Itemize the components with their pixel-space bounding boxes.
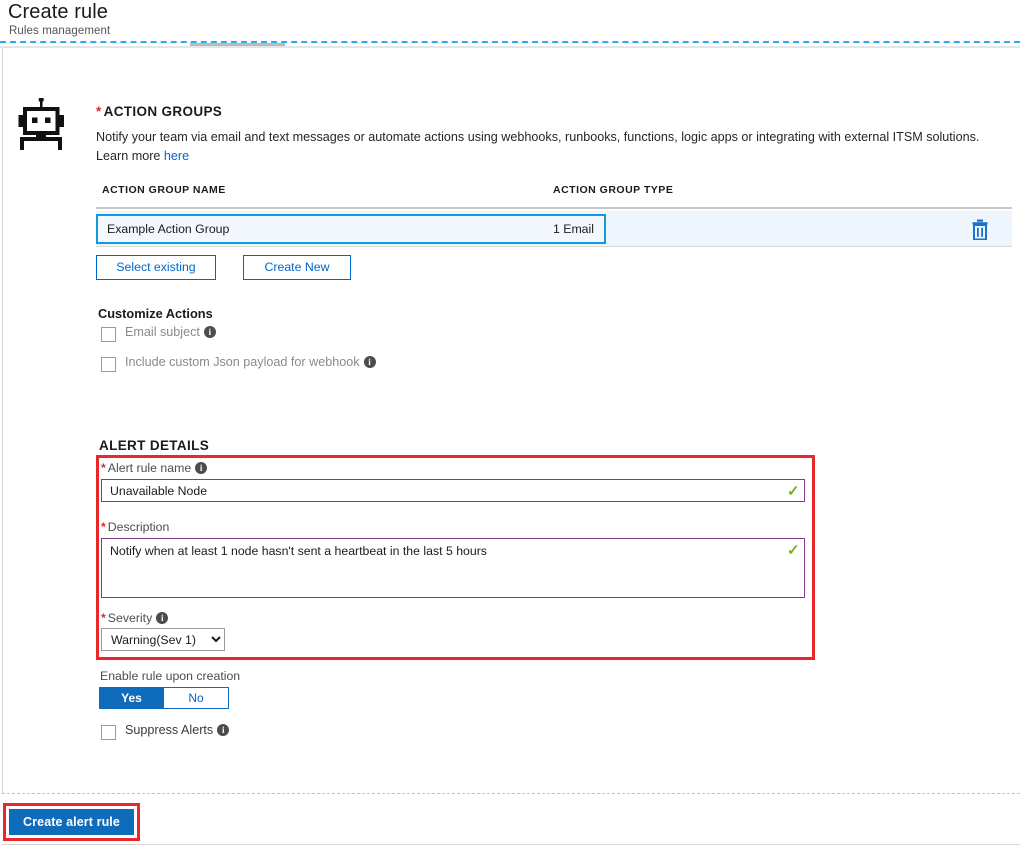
action-groups-heading-text: ACTION GROUPS bbox=[103, 104, 223, 119]
breadcrumb: Rules management bbox=[9, 25, 111, 37]
table-header-divider bbox=[96, 207, 1012, 209]
required-marker: * bbox=[101, 520, 106, 534]
select-existing-button[interactable]: Select existing bbox=[96, 255, 216, 280]
description-textarea[interactable]: Notify when at least 1 node hasn't sent … bbox=[101, 538, 805, 598]
action-groups-description: Notify your team via email and text mess… bbox=[96, 128, 1012, 166]
checkbox-email-subject-label: Email subject bbox=[125, 325, 200, 339]
info-icon[interactable]: i bbox=[363, 356, 376, 368]
action-groups-description-text: Notify your team via email and text mess… bbox=[96, 130, 980, 144]
action-groups-heading: * ACTION GROUPS bbox=[96, 104, 222, 119]
learn-more-prefix: Learn more bbox=[96, 149, 164, 163]
alert-rule-name-label: * Alert rule name i bbox=[101, 461, 208, 475]
footer-bar bbox=[2, 794, 1020, 845]
info-icon[interactable]: i bbox=[203, 326, 216, 338]
action-group-type-value: 1 Email bbox=[552, 222, 594, 236]
toggle-option-yes[interactable]: Yes bbox=[99, 687, 164, 709]
severity-label: * Severity i bbox=[101, 611, 169, 625]
trash-icon[interactable] bbox=[970, 219, 990, 241]
create-alert-rule-button[interactable]: Create alert rule bbox=[9, 809, 134, 835]
enable-rule-toggle[interactable]: Yes No bbox=[99, 687, 229, 709]
page-title: Create rule bbox=[8, 1, 109, 23]
required-marker: * bbox=[101, 611, 106, 625]
description-label: * Description bbox=[101, 520, 169, 534]
info-icon[interactable]: i bbox=[156, 612, 169, 624]
severity-label-text: Severity bbox=[107, 611, 153, 625]
enable-rule-label: Enable rule upon creation bbox=[100, 669, 241, 683]
required-marker: * bbox=[96, 104, 102, 119]
info-icon[interactable]: i bbox=[217, 724, 230, 736]
checkbox-label: Suppress Alerts i bbox=[125, 723, 230, 737]
checkbox-label: Include custom Json payload for webhook i bbox=[125, 355, 376, 369]
action-group-name-value: Example Action Group bbox=[107, 222, 230, 236]
info-icon[interactable]: i bbox=[195, 462, 208, 474]
description-label-text: Description bbox=[107, 520, 170, 534]
severity-select[interactable]: Critical(Sev 0)Warning(Sev 1)Information… bbox=[101, 628, 225, 651]
checkbox-box[interactable] bbox=[101, 357, 116, 372]
create-new-button[interactable]: Create New bbox=[243, 255, 351, 280]
toggle-option-no[interactable]: No bbox=[164, 687, 229, 709]
suppress-alerts-label: Suppress Alerts bbox=[125, 723, 214, 737]
alert-rule-name-label-text: Alert rule name bbox=[107, 461, 192, 475]
robot-icon bbox=[18, 97, 64, 155]
column-header-action-group-type: ACTION GROUP TYPE bbox=[553, 184, 674, 196]
table-row-divider bbox=[96, 246, 1012, 247]
checkbox-json-payload-label: Include custom Json payload for webhook bbox=[125, 355, 360, 369]
checkbox-label: Email subject i bbox=[125, 325, 216, 339]
alert-details-heading: ALERT DETAILS bbox=[99, 438, 210, 453]
alert-rule-name-input[interactable] bbox=[101, 479, 805, 502]
checkbox-box[interactable] bbox=[101, 725, 116, 740]
focus-dashed-divider bbox=[0, 41, 1020, 43]
required-marker: * bbox=[101, 461, 106, 475]
column-header-action-group-name: ACTION GROUP NAME bbox=[102, 184, 226, 196]
customize-actions-heading: Customize Actions bbox=[98, 306, 213, 321]
action-group-selected-cell[interactable]: Example Action Group 1 Email bbox=[96, 214, 606, 244]
blade-header: Create rule Rules management bbox=[0, 0, 1020, 42]
checkbox-box[interactable] bbox=[101, 327, 116, 342]
learn-more-link[interactable]: here bbox=[164, 149, 189, 163]
